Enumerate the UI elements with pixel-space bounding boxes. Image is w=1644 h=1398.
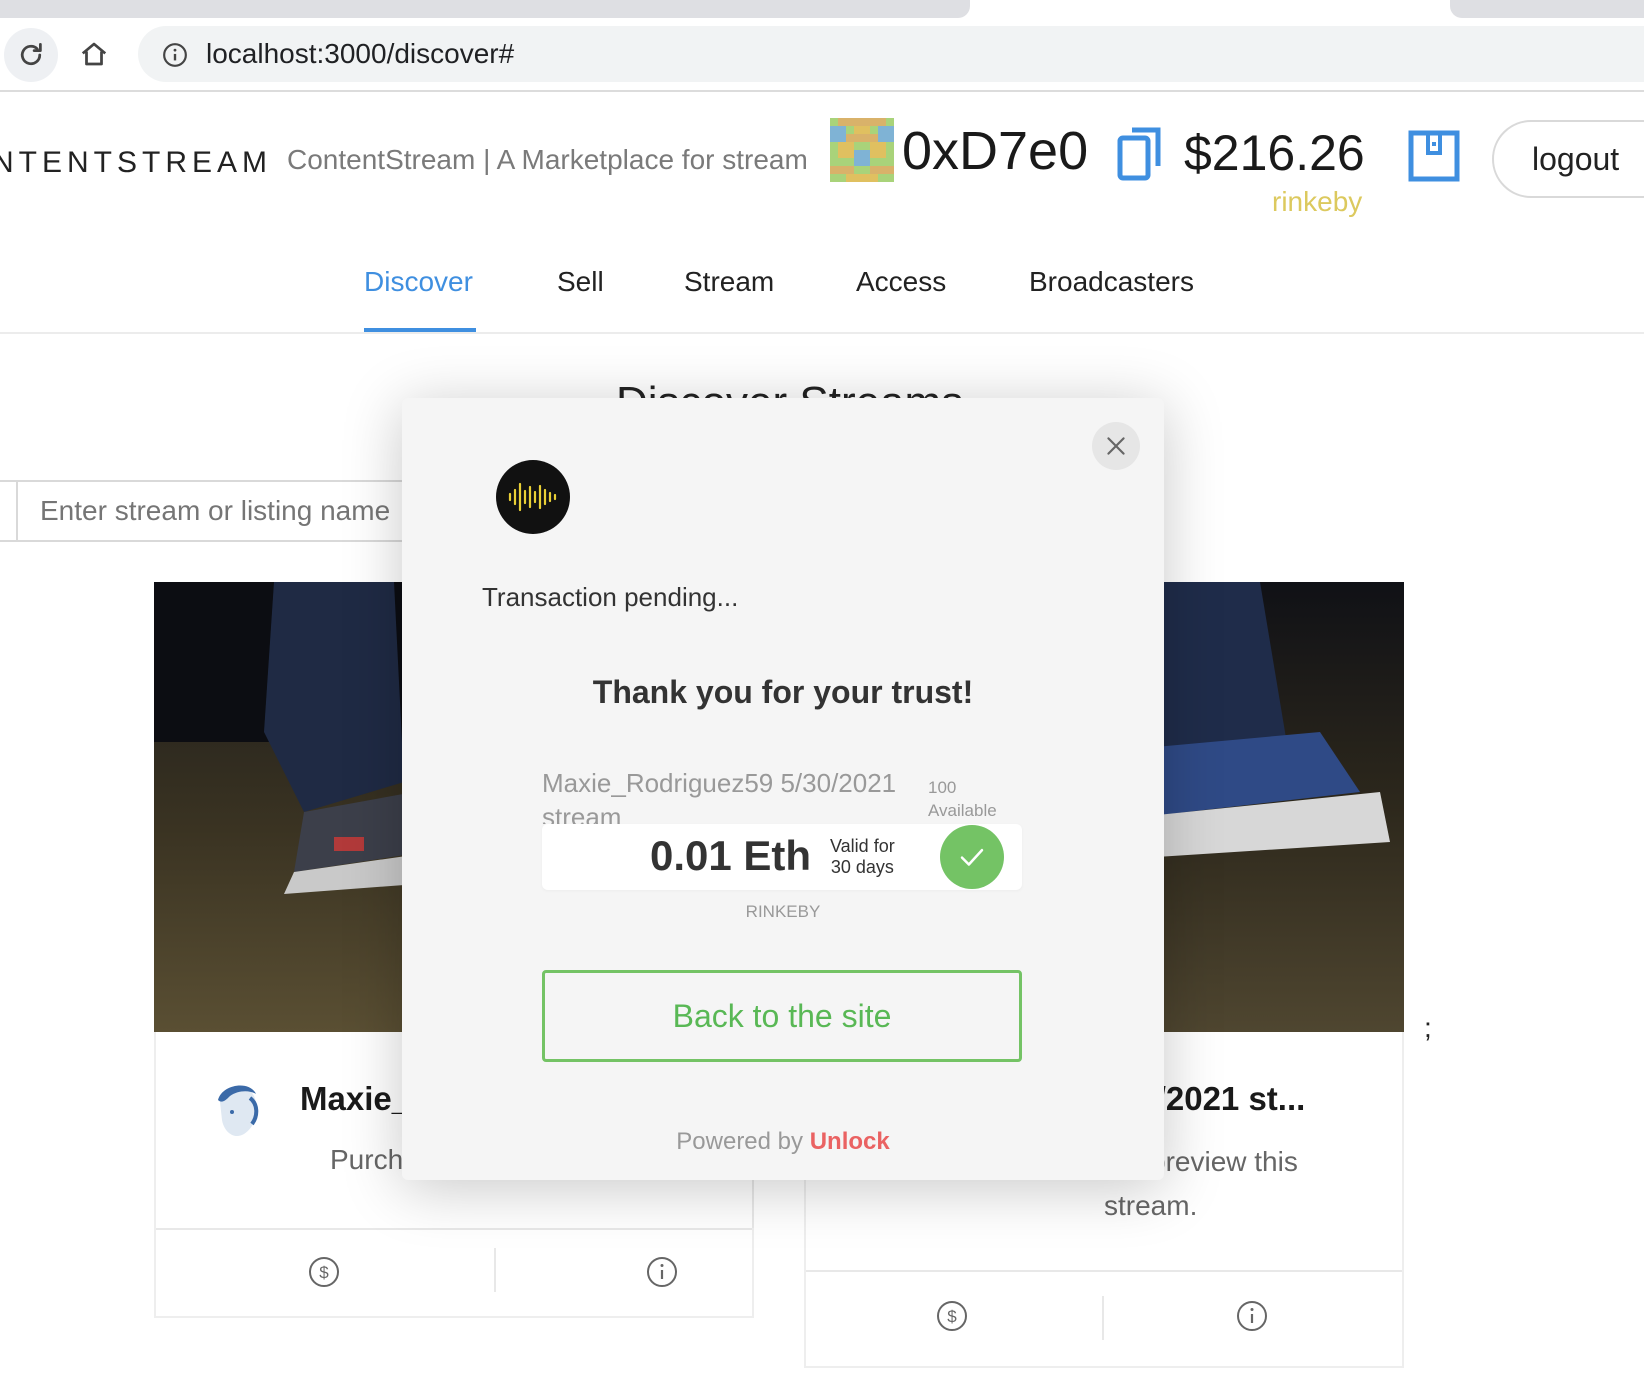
modal-heading: Thank you for your trust! [592,674,974,710]
browser-tab[interactable] [1450,0,1644,18]
site-tagline: ContentStream | A Marketplace for stream [287,144,808,175]
home-icon [81,42,107,66]
close-icon [1107,437,1125,455]
network-label: rinkeby [1272,186,1363,217]
tab-sell[interactable]: Sell [557,266,604,298]
card-description: stream. [1104,1190,1198,1221]
reload-icon [20,43,42,66]
powered-by-text: Powered by [676,1128,804,1155]
info-icon[interactable] [1236,1300,1268,1332]
browser-tab[interactable] [0,0,970,18]
tab-access[interactable]: Access [856,266,946,298]
lock-availability: 100 Available [928,776,997,822]
svg-text:$: $ [947,1307,957,1326]
close-button[interactable] [1092,422,1140,470]
svg-text:$: $ [319,1263,329,1282]
valid-line2: 30 days [830,857,894,877]
back-to-site-button[interactable]: Back to the site [542,970,1022,1062]
checkmark-icon [960,848,984,866]
app-logo [496,460,570,534]
info-icon[interactable] [646,1256,678,1288]
url-text[interactable]: localhost:3000/discover# [206,34,514,74]
available-label: Available [928,801,997,820]
card-footer-divider [1102,1296,1104,1340]
available-count: 100 [928,778,957,797]
purchase-status [940,825,1004,889]
transaction-status: Transaction pending... [482,582,739,612]
card-description: preview this [1150,1146,1298,1177]
card-footer-divider [494,1248,496,1292]
active-tab-indicator [364,328,476,332]
main-nav [0,260,1644,334]
dollar-icon[interactable]: $ [936,1300,968,1332]
sound-wave-icon [508,482,557,512]
wallet-icon[interactable] [1408,130,1460,182]
search-edge [0,480,16,542]
account-identicon [830,118,894,182]
card-title[interactable]: Maxie_ [300,1080,410,1118]
logout-button[interactable]: logout [1492,120,1644,198]
card-divider [156,1228,752,1230]
avatar [218,1085,259,1137]
tab-broadcasters[interactable]: Broadcasters [1029,266,1194,298]
lock-duration: Valid for 30 days [830,836,895,878]
reload-button[interactable] [4,28,58,82]
lock-name: Maxie_Rodriguez59 5/30/2021 stream [542,768,897,824]
card-description: Purch [330,1144,404,1175]
lock-network: RINKEBY [745,902,821,921]
dollar-icon[interactable]: $ [308,1256,340,1288]
tab-discover[interactable]: Discover [364,266,473,298]
tab-stream[interactable]: Stream [684,266,774,298]
wallet-balance: $216.26 [1184,125,1365,181]
powered-by: Powered by Unlock [402,1128,1164,1156]
stray-text: ; [1424,1012,1432,1043]
card-divider [806,1270,1402,1272]
lock-price: 0.01 Eth [650,832,812,879]
wallet-address: 0xD7e0 [902,121,1089,181]
unlock-logo[interactable]: Unlock [810,1128,890,1155]
copy-icon[interactable] [1116,126,1164,184]
home-button[interactable] [72,32,116,76]
page-title: Discover Streams [616,378,963,400]
brand-logo[interactable]: NTENTSTREAM [0,146,272,180]
valid-line1: Valid for [830,836,895,856]
info-icon[interactable] [162,42,188,68]
